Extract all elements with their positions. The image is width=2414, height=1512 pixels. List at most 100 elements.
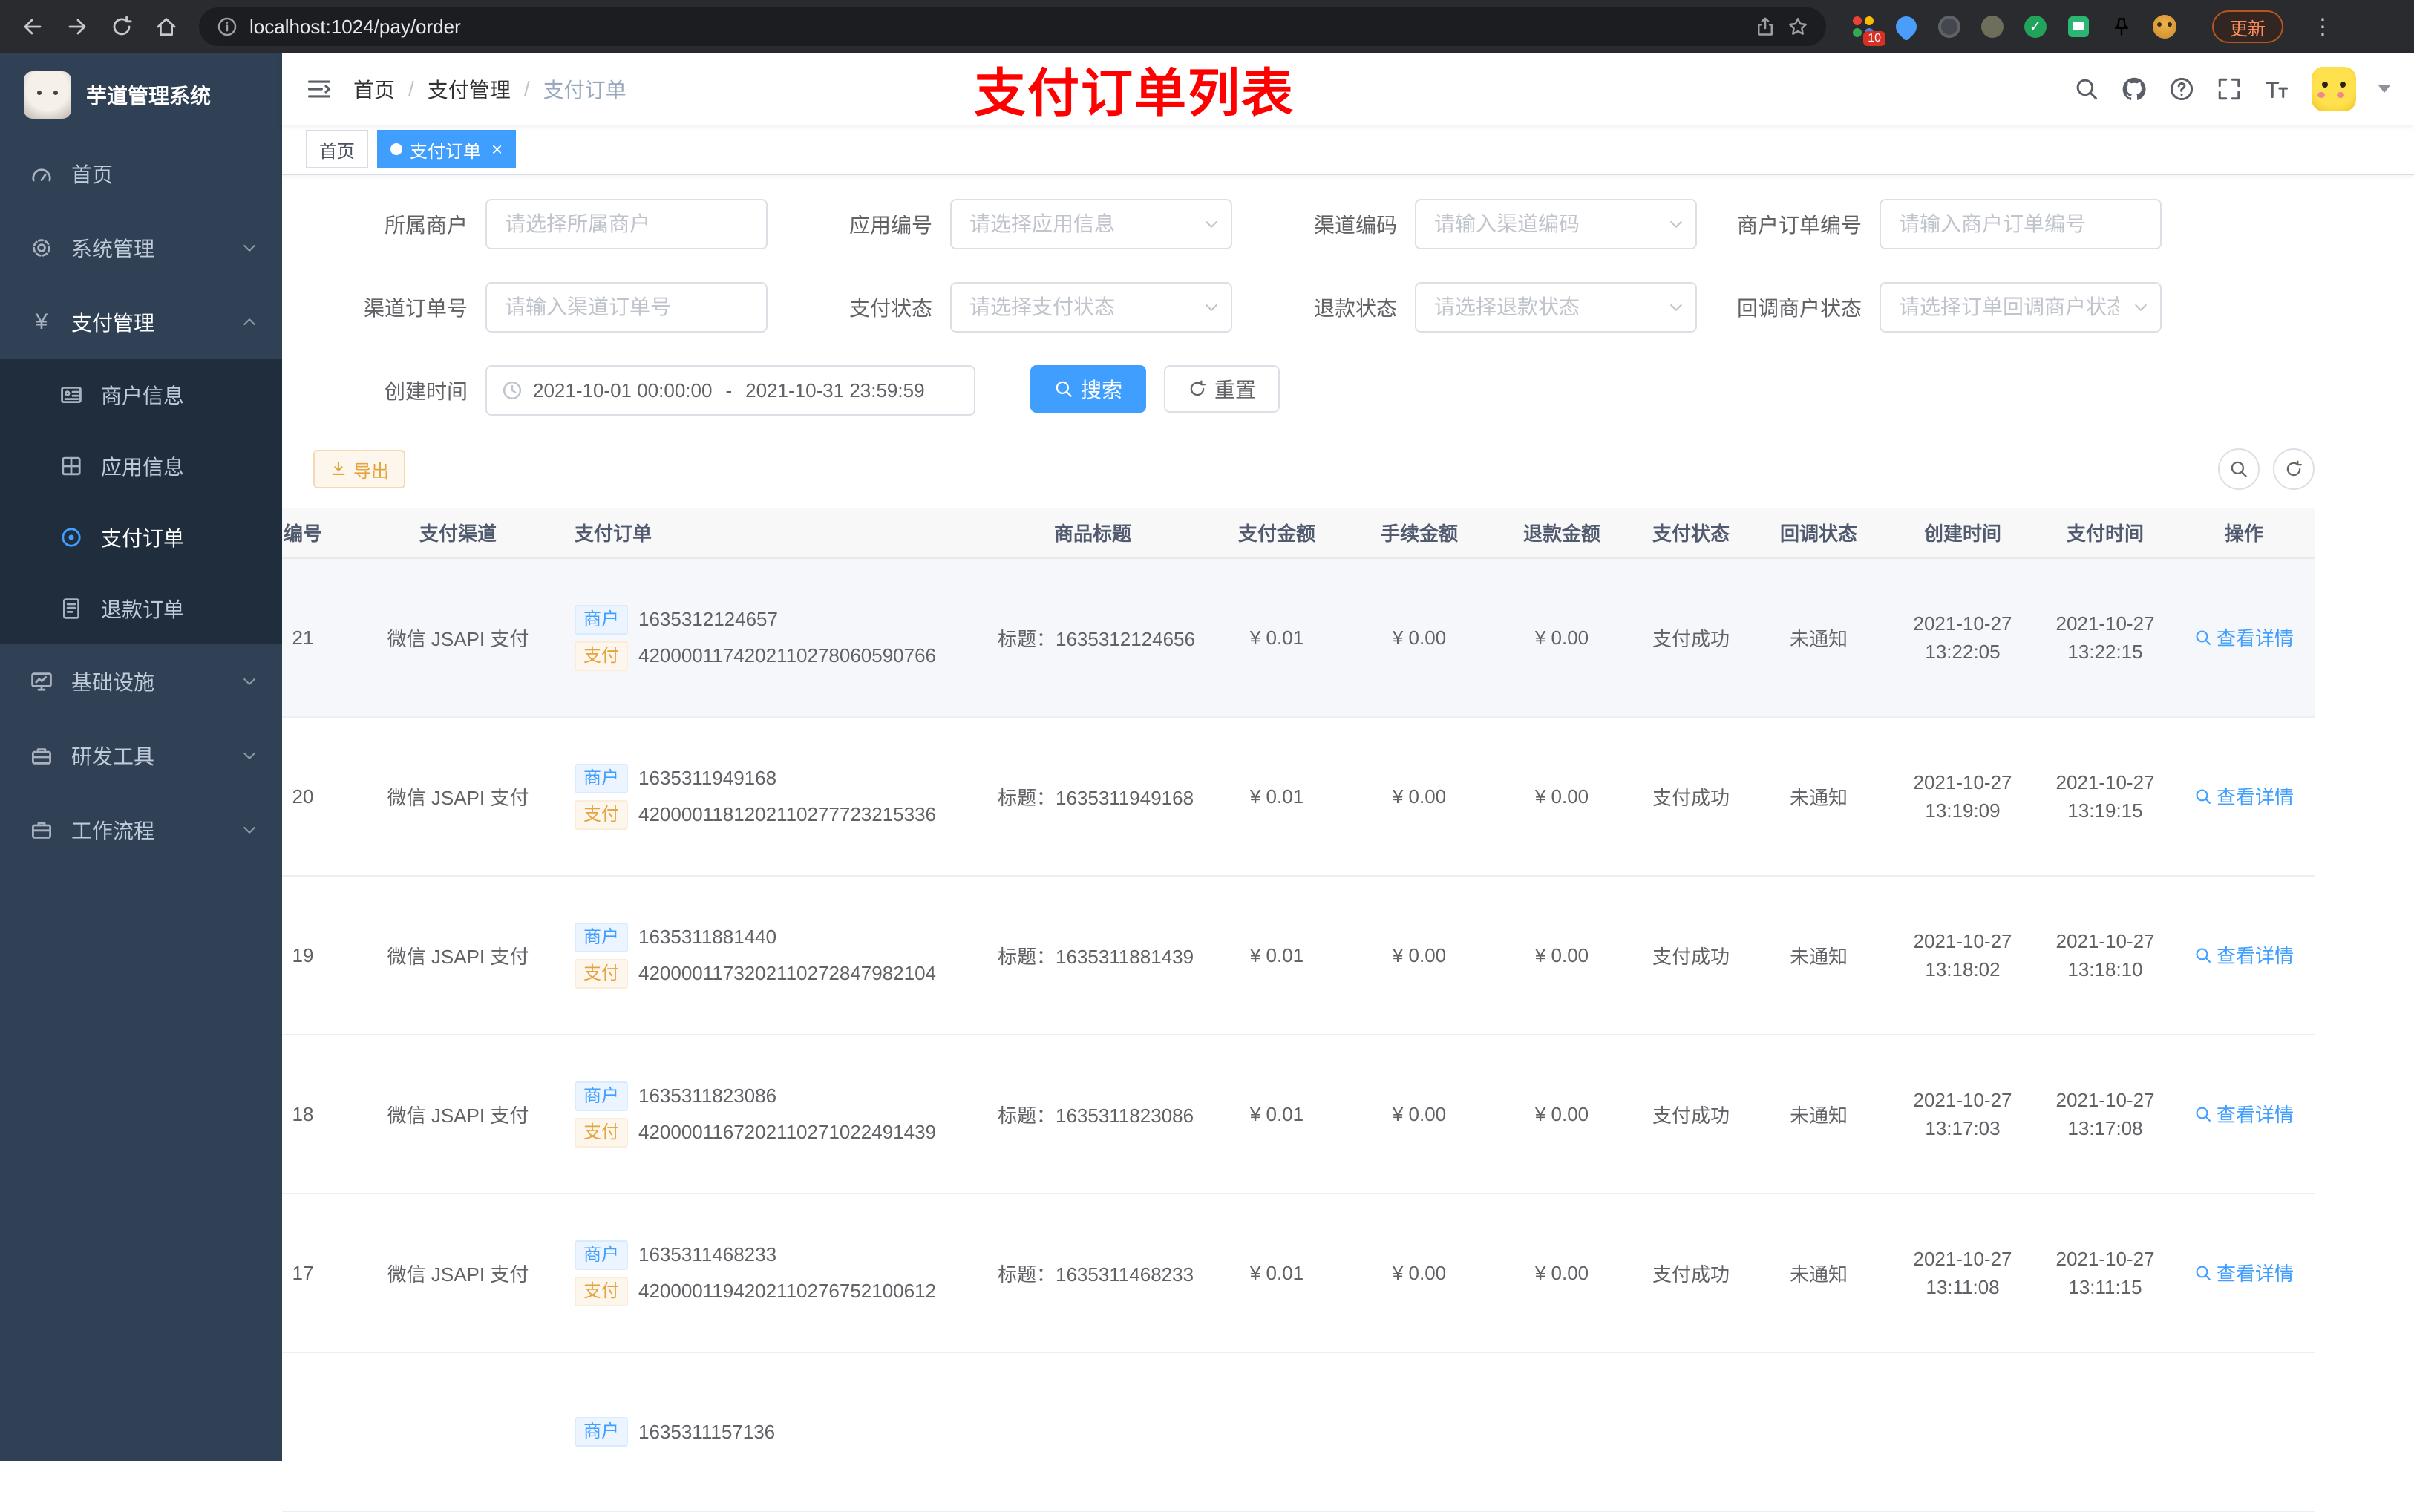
view-detail-link[interactable]: 查看详情	[2194, 941, 2294, 969]
search-button[interactable]: 搜索	[1030, 365, 1147, 413]
site-info-icon[interactable]	[217, 16, 238, 37]
sidebar-item-devtools[interactable]: 研发工具	[0, 719, 282, 793]
sidebar-item-refund-order[interactable]: 退款订单	[0, 573, 282, 644]
olive-extension-icon[interactable]	[1979, 13, 2006, 40]
browser-home-button[interactable]	[145, 6, 187, 48]
search-icon	[2196, 1266, 2211, 1280]
view-detail-link[interactable]: 查看详情	[2194, 1259, 2294, 1286]
cell-pay-order: 商户 1635311881440 支付 4200001173202110272847…	[557, 876, 980, 1035]
cell-pay-time: 2021-10-27 13:11:15	[2037, 1194, 2173, 1353]
chevron-up-icon	[243, 318, 255, 326]
cell-pay-status: 支付成功	[1633, 1035, 1749, 1194]
help-button[interactable]	[2169, 76, 2194, 102]
sidebar-item-infra[interactable]: 基础设施	[0, 644, 282, 719]
pay-order-no: 4200001173202110272847982104	[638, 962, 937, 984]
table-toolbar: 导出	[313, 448, 2389, 490]
browser-menu-button[interactable]: ⋮	[2312, 14, 2334, 40]
col-pay-status: 支付状态	[1633, 508, 1749, 559]
palette-extension-icon[interactable]: 10	[1850, 13, 1885, 46]
reset-button[interactable]: 重置	[1164, 365, 1280, 413]
fullscreen-button[interactable]	[2217, 76, 2242, 102]
browser-back-button[interactable]	[12, 6, 53, 48]
pay-tag: 支付	[575, 1276, 628, 1306]
sidebar-item-workflow[interactable]: 工作流程	[0, 793, 282, 867]
merchant-tag: 商户	[575, 1417, 628, 1447]
cell-amount: ¥ 0.01	[1206, 876, 1348, 1035]
chevron-down-icon	[243, 752, 255, 759]
toggle-search-button[interactable]	[2218, 448, 2260, 490]
avatar-caret-icon[interactable]	[2378, 85, 2390, 93]
view-detail-link[interactable]: 查看详情	[2194, 1100, 2294, 1128]
github-button[interactable]	[2122, 76, 2147, 102]
merchant-order-no-input[interactable]	[1880, 199, 2162, 249]
dark-extension-icon[interactable]	[1936, 13, 1963, 40]
sidebar-item-system[interactable]: 系统管理	[0, 211, 282, 285]
user-avatar[interactable]	[2312, 67, 2356, 111]
table-row: 20 微信 JSAPI 支付 商户 1635311949168 支付 4200001…	[282, 717, 2315, 877]
merchant-order-no: 1635311468233	[638, 1243, 777, 1266]
export-button[interactable]: 导出	[313, 450, 405, 488]
cell-fee: ¥ 0.00	[1348, 1194, 1491, 1353]
sidebar-item-merchant-info[interactable]: 商户信息	[0, 359, 282, 431]
briefcase-icon	[32, 822, 52, 839]
reload-icon	[113, 16, 132, 36]
breadcrumb-pay-manage[interactable]: 支付管理	[428, 74, 511, 104]
merchant-input[interactable]	[485, 199, 768, 249]
drop-extension-icon[interactable]	[1891, 12, 1921, 42]
cell-refund: ¥ 0.00	[1491, 876, 1633, 1035]
pay-order-no: 4200001194202110276752100612	[638, 1280, 937, 1302]
view-detail-link[interactable]: 查看详情	[2194, 782, 2294, 810]
tags-view-bar: 首页 支付订单 ×	[282, 125, 2414, 175]
search-icon	[2196, 630, 2211, 645]
channel-order-no-input[interactable]	[485, 282, 768, 333]
col-refund: 退款金额	[1491, 508, 1633, 559]
cell-notify-status: 未通知	[1749, 558, 1888, 718]
chevron-down-icon	[243, 826, 255, 834]
browser-forward-button[interactable]	[56, 6, 98, 48]
browser-update-button[interactable]: 更新	[2212, 10, 2283, 43]
chat-extension-icon[interactable]	[2065, 13, 2092, 40]
channel-code-label: 渠道编码	[1313, 214, 1397, 237]
browser-reload-button[interactable]	[101, 6, 143, 48]
view-detail-link[interactable]: 查看详情	[2194, 624, 2294, 651]
pay-status-label: 支付状态	[848, 297, 932, 320]
refresh-table-button[interactable]	[2273, 448, 2315, 490]
pin-icon	[2114, 18, 2129, 36]
cell-title: 标题：1635311881439	[980, 876, 1206, 1035]
tab-pay-order[interactable]: 支付订单 ×	[377, 130, 517, 168]
yen-icon: ¥	[35, 310, 48, 334]
refund-status-select[interactable]	[1415, 282, 1697, 333]
filter-form: 所属商户 应用编号 渠道编码 商户订单编号	[337, 199, 2389, 416]
search-icon	[2196, 1107, 2211, 1122]
app-select[interactable]	[950, 199, 1232, 249]
tab-home[interactable]: 首页	[306, 130, 368, 168]
header-search-button[interactable]	[2074, 76, 2099, 102]
create-time-range-input[interactable]: 2021-10-01 00:00:00 - 2021-10-31 23:59:5…	[485, 365, 975, 416]
sidebar-item-app-info[interactable]: 应用信息	[0, 431, 282, 502]
cell-pay-time: 2021-10-27 13:17:08	[2037, 1035, 2173, 1194]
sidebar-item-home[interactable]: 首页	[0, 137, 282, 211]
page-content: 所属商户 应用编号 渠道编码 商户订单编号	[282, 175, 2414, 1512]
check-extension-icon[interactable]: ✓	[2022, 13, 2049, 40]
sidebar-item-pay-order[interactable]: 支付订单	[0, 502, 282, 573]
extensions-pin-button[interactable]	[2108, 13, 2135, 40]
cell-create-time: 2021-10-27 13:11:08	[1888, 1194, 2037, 1353]
share-icon[interactable]	[1755, 16, 1776, 37]
notify-status-select[interactable]	[1880, 282, 2162, 333]
cell-fee: ¥ 0.00	[1348, 717, 1491, 877]
channel-code-select[interactable]	[1415, 199, 1697, 249]
breadcrumb-separator: /	[408, 77, 414, 100]
sidebar-item-pay[interactable]: ¥ 支付管理	[0, 285, 282, 359]
font-size-button[interactable]	[2264, 76, 2289, 102]
profile-avatar-button[interactable]	[2151, 13, 2178, 40]
bookmark-star-icon[interactable]	[1787, 16, 1808, 37]
pay-submenu: 商户信息 应用信息 支付订单 退款订单	[0, 359, 282, 644]
search-icon	[2231, 461, 2247, 477]
cell-pay-order: 商户 1635312124657 支付 4200001174202110278060…	[557, 558, 980, 718]
pay-status-select[interactable]	[950, 282, 1232, 333]
sidebar-collapse-button[interactable]	[306, 76, 333, 102]
cell-actions: 查看详情	[2173, 558, 2315, 718]
close-icon[interactable]: ×	[491, 140, 503, 159]
breadcrumb-home[interactable]: 首页	[353, 74, 395, 104]
address-bar[interactable]: localhost:1024/pay/order	[199, 7, 1826, 46]
